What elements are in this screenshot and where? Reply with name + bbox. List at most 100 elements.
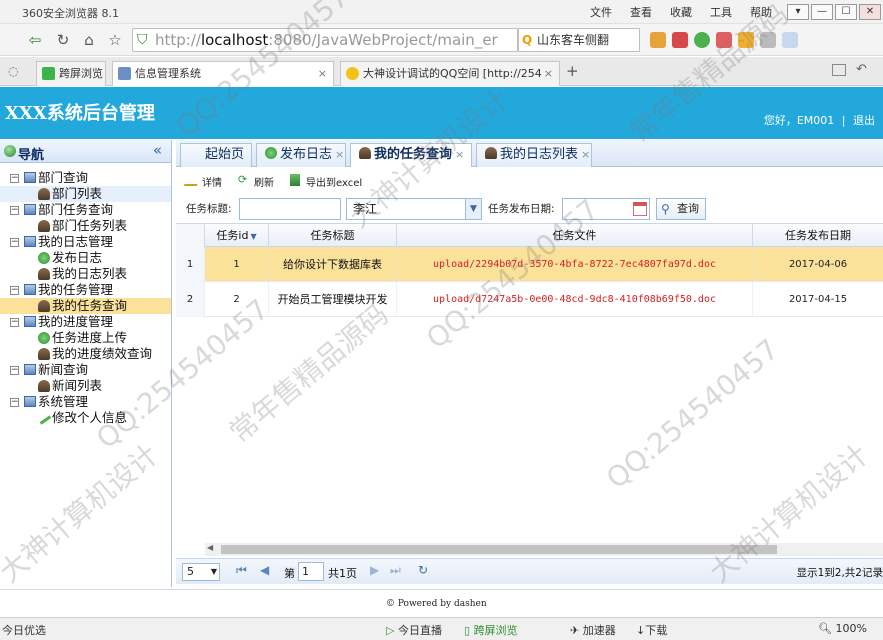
col-header-date[interactable]: 任务发布日期 — [753, 224, 883, 247]
collapse-toggle-icon[interactable]: − — [10, 398, 19, 407]
scroll-left-icon[interactable]: ◀ — [207, 543, 213, 552]
collapse-toggle-icon[interactable]: − — [10, 286, 19, 295]
chevron-down-icon[interactable]: ▼ — [465, 199, 481, 219]
skin-button[interactable]: ▾ — [787, 4, 809, 20]
refresh-button[interactable]: ⟳ 刷新 — [238, 174, 274, 190]
nav-item[interactable]: 部门任务列表 — [0, 218, 171, 234]
table-row[interactable]: 1 1 给你设计下数据库表 upload/2294b07d-3570-4bfa-… — [176, 247, 883, 282]
address-bar[interactable]: ⛉ http://localhost:8080/JavaWebProject/ma… — [132, 28, 518, 52]
cell-file-link[interactable]: upload/2294b07d-3570-4bfa-8722-7ec4807fa… — [397, 247, 753, 282]
status-zoom[interactable]: 🔍︎ 100% — [818, 622, 867, 635]
status-daily-picks[interactable]: 今日优选 — [2, 622, 46, 638]
nav-item[interactable]: 任务进度上传 — [0, 330, 171, 346]
nav-group[interactable]: − 系统管理 — [0, 394, 171, 410]
collapse-toggle-icon[interactable]: − — [10, 174, 19, 183]
tab-my-log-list[interactable]: 我的日志列表 × — [476, 143, 592, 167]
nav-group[interactable]: − 我的日志管理 — [0, 234, 171, 250]
tab-list-icon[interactable] — [832, 64, 846, 76]
status-cross-screen[interactable]: ▯ 跨屏浏览 — [464, 622, 518, 638]
mail-icon[interactable] — [672, 32, 688, 48]
next-page-icon[interactable]: ▶ — [370, 563, 379, 577]
page-number-input[interactable]: 1 — [298, 562, 324, 581]
first-page-icon[interactable]: ⏮ — [236, 563, 247, 578]
nav-item[interactable]: 我的日志列表 — [0, 266, 171, 282]
nav-item[interactable]: 发布日志 — [0, 250, 171, 266]
status-live[interactable]: ▷ 今日直播 — [386, 622, 442, 638]
reload-icon[interactable]: ↻ — [418, 563, 428, 577]
calendar-icon[interactable] — [633, 202, 647, 216]
col-header-title[interactable]: 任务标题 — [269, 224, 397, 247]
url-rest: :8080/JavaWebProject/main_er — [268, 31, 498, 49]
menu-tools[interactable]: 工具 — [701, 4, 741, 20]
new-tab-button[interactable]: + — [566, 62, 579, 80]
detail-button[interactable]: 详情 — [183, 174, 222, 189]
close-tab-icon[interactable]: × — [318, 62, 327, 86]
menu-file[interactable]: 文件 — [581, 4, 621, 20]
close-tab-icon[interactable]: × — [581, 148, 590, 161]
play-icon: ▷ — [386, 624, 395, 637]
collapse-toggle-icon[interactable]: − — [10, 206, 19, 215]
tab-my-task-query[interactable]: 我的任务查询 × — [350, 143, 472, 167]
col-header-id[interactable]: 任务id ▼ — [205, 224, 269, 247]
back-icon[interactable]: ⇦ — [24, 29, 46, 51]
nav-group[interactable]: − 我的进度管理 — [0, 314, 171, 330]
nav-item[interactable]: 我的进度绩效查询 — [0, 346, 171, 362]
close-tab-icon[interactable]: × — [335, 148, 344, 161]
home-icon[interactable]: ⌂ — [78, 29, 100, 51]
logout-link[interactable]: 退出 — [853, 114, 875, 127]
settings-icon[interactable] — [782, 32, 798, 48]
collapse-icon[interactable]: « — [153, 141, 162, 159]
close-tab-icon[interactable]: × — [541, 62, 553, 86]
title-input[interactable] — [239, 198, 341, 220]
col-header-file[interactable]: 任务文件 — [397, 224, 753, 247]
menu-help[interactable]: 帮助 — [741, 4, 781, 20]
person-select[interactable]: 李江 ▼ — [346, 198, 482, 220]
menu-favorites[interactable]: 收藏 — [661, 4, 701, 20]
collapse-toggle-icon[interactable]: − — [10, 366, 19, 375]
export-button[interactable]: 导出到excel — [290, 174, 362, 189]
nav-group[interactable]: − 部门任务查询 — [0, 202, 171, 218]
horizontal-scrollbar[interactable]: ◀ — [205, 543, 883, 556]
minimize-button[interactable]: — — [811, 4, 833, 20]
query-button[interactable]: ⚲ 查询 — [656, 198, 706, 220]
nav-item[interactable]: 部门列表 — [0, 186, 171, 202]
refresh-label: 刷新 — [254, 178, 274, 189]
reload-icon[interactable]: ↻ — [52, 29, 74, 51]
collapse-toggle-icon[interactable]: − — [10, 238, 19, 247]
page-size-select[interactable]: 5 ▼ — [182, 563, 220, 581]
undo-close-icon[interactable]: ↶ — [856, 62, 867, 77]
nav-group[interactable]: − 新闻查询 — [0, 362, 171, 378]
nav-item[interactable]: 修改个人信息 — [0, 410, 171, 426]
browser-tab-info-system[interactable]: 信息管理系统 × — [112, 61, 334, 86]
apps-icon[interactable] — [650, 32, 666, 48]
screenshot-icon[interactable] — [760, 32, 776, 48]
status-speedup[interactable]: ✈ 加速器 — [570, 622, 616, 638]
nav-group[interactable]: − 我的任务管理 — [0, 282, 171, 298]
menu-view[interactable]: 查看 — [621, 4, 661, 20]
collapse-toggle-icon[interactable]: − — [10, 318, 19, 327]
browser-tab-cross-screen[interactable]: 跨屏浏览 — [36, 61, 106, 86]
scrollbar-thumb[interactable] — [221, 545, 777, 554]
tab-restore-icon[interactable]: ◌ — [8, 64, 18, 78]
close-tab-icon[interactable]: × — [455, 148, 464, 161]
cell-title: 给你设计下数据库表 — [269, 247, 397, 282]
prev-page-icon[interactable]: ◀ — [260, 563, 269, 577]
nav-item[interactable]: 我的任务查询 — [0, 298, 171, 314]
translate-icon[interactable] — [716, 32, 732, 48]
last-page-icon[interactable]: ⏭ — [390, 563, 401, 578]
star-icon[interactable]: ☆ — [104, 29, 126, 51]
nav-item[interactable]: 新闻列表 — [0, 378, 171, 394]
browser-tab-qq-space[interactable]: 大神设计调试的QQ空间 [http://2545 × — [340, 61, 560, 86]
table-row[interactable]: 2 2 开始员工管理模块开发 upload/d7247a5b-0e00-48cd… — [176, 282, 883, 317]
cell-file-link[interactable]: upload/d7247a5b-0e00-48cd-9dc8-410f08b69… — [397, 282, 753, 317]
nav-group[interactable]: − 部门查询 — [0, 170, 171, 186]
status-download[interactable]: ↓下载 — [636, 622, 667, 638]
tab-home[interactable]: 起始页 — [180, 143, 252, 167]
tab-publish-log[interactable]: 发布日志 × — [256, 143, 346, 167]
date-input[interactable] — [562, 198, 650, 220]
safety-icon[interactable] — [694, 32, 710, 48]
close-window-button[interactable]: ✕ — [859, 4, 881, 20]
browser-search-box[interactable]: Q 山东客车侧翻 — [518, 28, 640, 52]
gift-icon[interactable] — [738, 32, 754, 48]
maximize-button[interactable]: ☐ — [835, 4, 857, 20]
